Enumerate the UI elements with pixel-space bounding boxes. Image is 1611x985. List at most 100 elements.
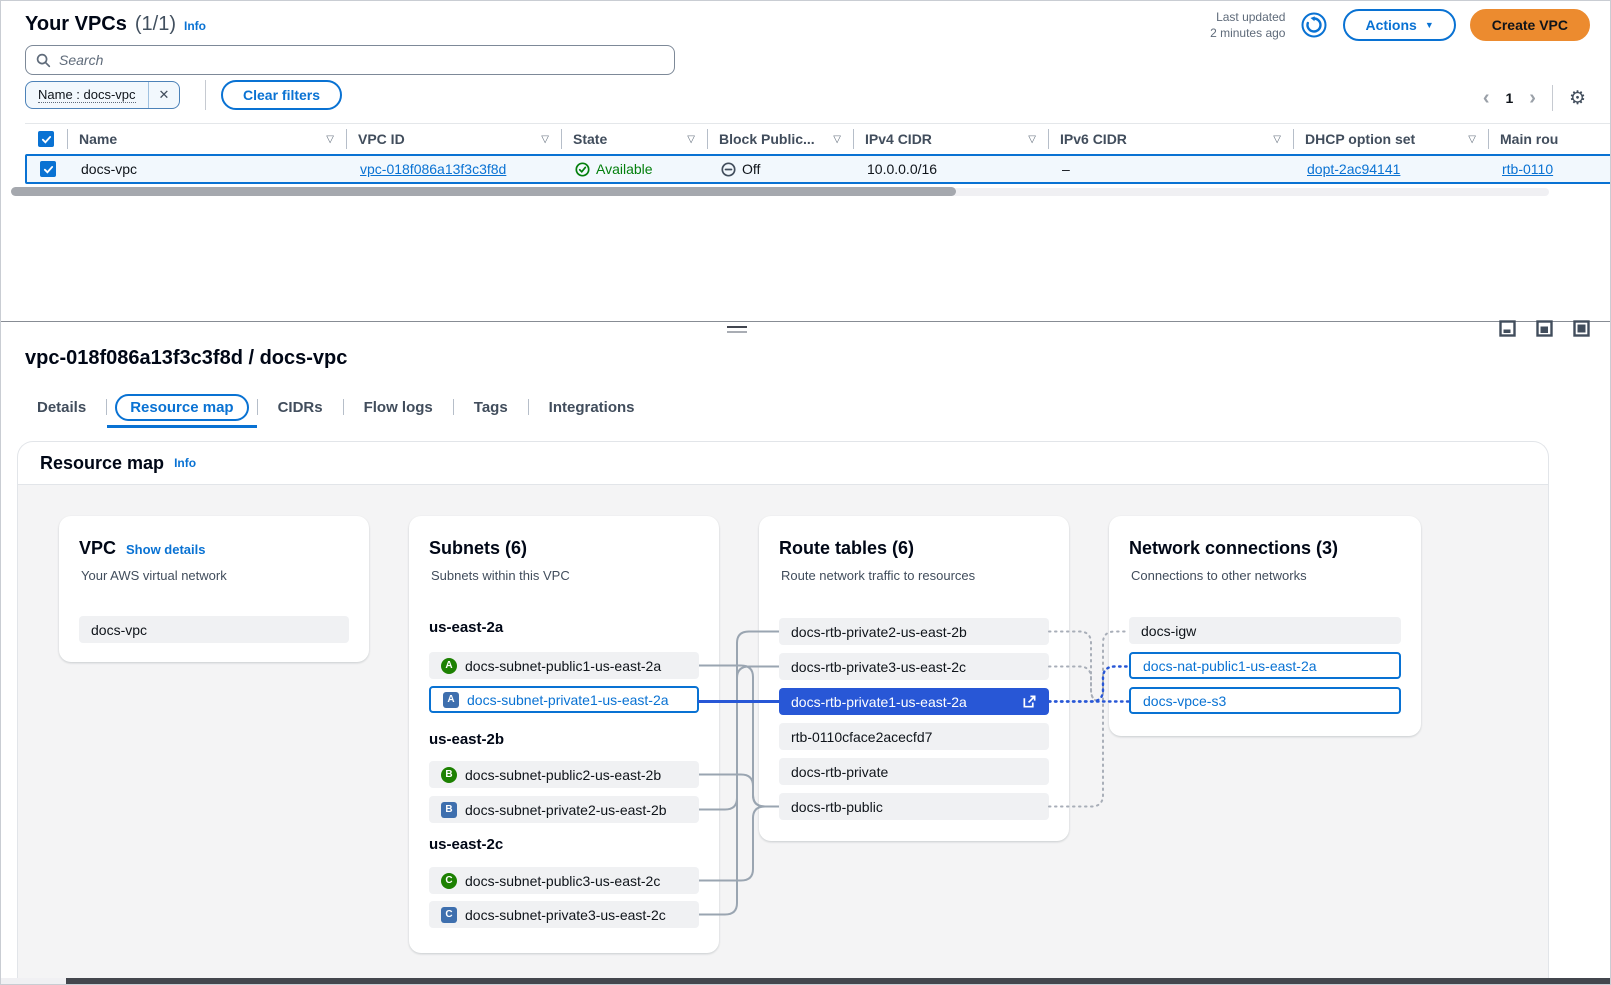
vpc-column-card: VPC Show details Your AWS virtual networ… [59,516,369,662]
subnet-node-private2[interactable]: B docs-subnet-private2-us-east-2b [429,796,699,823]
current-page: 1 [1505,90,1513,106]
filter-icon[interactable]: ▽ [825,134,841,145]
az-c-private-badge: C [441,907,457,923]
next-page-button[interactable]: › [1529,88,1536,108]
connection-node-vpce-s3[interactable]: docs-vpce-s3 [1129,687,1401,714]
clear-filters-button[interactable]: Clear filters [221,80,342,110]
page-header: Your VPCs (1/1) Info [25,13,206,36]
create-vpc-button[interactable]: Create VPC [1470,9,1590,41]
info-link[interactable]: Info [184,19,206,33]
filter-token[interactable]: Name : docs-vpc ✕ [25,81,180,109]
subnet-node-private3[interactable]: C docs-subnet-private3-us-east-2c [429,901,699,928]
column-header-main-route-table[interactable]: Main rou [1488,124,1610,154]
resource-map-title: Resource map [40,453,164,474]
vpc-node[interactable]: docs-vpc [79,616,349,643]
dhcp-option-set-link[interactable]: dopt-2ac94141 [1307,161,1400,177]
column-header-block-public[interactable]: Block Public... ▽ [707,124,853,154]
subnet-node-public3[interactable]: C docs-subnet-public3-us-east-2c [429,867,699,894]
subnet-node-private1-selected[interactable]: A docs-subnet-private1-us-east-2a [429,686,699,713]
subnets-column-title: Subnets (6) [429,538,527,559]
vpc-id-link[interactable]: vpc-018f086a13f3c3f8d [360,161,506,177]
preferences-gear-icon[interactable]: ⚙ [1569,89,1586,108]
row-checkbox[interactable] [40,161,56,177]
actions-button[interactable]: Actions ▼ [1343,9,1455,41]
subnet-node-public1[interactable]: A docs-subnet-public1-us-east-2a [429,652,699,679]
external-link-icon[interactable] [1022,694,1037,709]
table-hscrollbar-thumb[interactable] [11,187,956,196]
filter-icon[interactable]: ▽ [1265,134,1281,145]
subnets-column-card: Subnets (6) Subnets within this VPC us-e… [409,516,719,953]
filter-icon[interactable]: ▽ [679,134,695,145]
route-table-node-private3[interactable]: docs-rtb-private3-us-east-2c [779,653,1049,680]
filter-icon[interactable]: ▽ [533,134,549,145]
vpc-table: Name ▽ VPC ID ▽ State ▽ Block Public... … [25,123,1610,184]
column-header-vpc-id[interactable]: VPC ID ▽ [346,124,561,154]
search-placeholder: Search [59,52,103,68]
detail-tabs: Details Resource map CIDRs Flow logs Tag… [25,391,655,423]
refresh-icon [1301,12,1327,38]
pagination: ‹ 1 › ⚙ [1483,85,1586,111]
off-icon [721,162,736,177]
column-header-ipv6-cidr[interactable]: IPv6 CIDR ▽ [1048,124,1293,154]
tab-resource-map[interactable]: Resource map [115,394,248,421]
network-connections-column-card: Network connections (3) Connections to o… [1109,516,1421,736]
az-heading: us-east-2a [429,619,503,636]
split-panel-drag-handle[interactable] [727,326,747,333]
cell-block-public: Off [742,161,760,177]
network-connections-column-title: Network connections (3) [1129,538,1338,559]
toolbar-divider [205,80,206,110]
panel-layout-controls [1499,320,1590,337]
column-header-dhcp-option-set[interactable]: DHCP option set ▽ [1293,124,1488,154]
table-row[interactable]: docs-vpc vpc-018f086a13f3c3f8d Available… [25,154,1610,184]
tab-integrations[interactable]: Integrations [529,399,655,416]
search-input[interactable]: Search [25,45,675,75]
route-table-node-private2[interactable]: docs-rtb-private2-us-east-2b [779,618,1049,645]
select-all-checkbox[interactable] [38,131,54,147]
resource-map-header: Resource map Info [18,442,1548,484]
tab-flow-logs[interactable]: Flow logs [344,399,453,416]
route-table-node-main[interactable]: rtb-0110cface2acecfd7 [779,723,1049,750]
column-header-ipv4-cidr[interactable]: IPv4 CIDR ▽ [853,124,1048,154]
az-b-private-badge: B [441,802,457,818]
detail-panel-title: vpc-018f086a13f3c3f8d / docs-vpc [25,347,347,370]
filter-icon[interactable]: ▽ [1460,134,1476,145]
status-available-icon [575,162,590,177]
column-header-name[interactable]: Name ▽ [67,124,346,154]
panel-bottom-small-button[interactable] [1499,320,1516,337]
cell-ipv6-cidr: – [1050,161,1295,177]
filter-icon[interactable]: ▽ [318,134,334,145]
tab-cidrs[interactable]: CIDRs [258,399,343,416]
previous-page-button[interactable]: ‹ [1483,88,1490,108]
az-a-private-badge: A [443,692,459,708]
main-route-table-link[interactable]: rtb-0110 [1502,161,1553,177]
route-tables-column-subtitle: Route network traffic to resources [781,568,975,583]
filter-icon[interactable]: ▽ [1020,134,1036,145]
connection-node-igw[interactable]: docs-igw [1129,617,1401,644]
connection-node-nat[interactable]: docs-nat-public1-us-east-2a [1129,652,1401,679]
route-tables-column-title: Route tables (6) [779,538,914,559]
resource-map-info-link[interactable]: Info [174,456,196,470]
window-hscrollbar-thumb[interactable] [66,978,1610,984]
page-title: Your VPCs [25,13,127,36]
cell-name: docs-vpc [69,161,348,177]
close-icon: ✕ [159,87,170,103]
route-table-node-private1-selected[interactable]: docs-rtb-private1-us-east-2a [779,688,1049,715]
column-header-state[interactable]: State ▽ [561,124,707,154]
caret-down-icon: ▼ [1425,21,1434,30]
tab-details[interactable]: Details [25,399,106,416]
show-details-link[interactable]: Show details [126,542,205,557]
header-actions: Last updated 2 minutes ago Actions ▼ Cre… [1210,9,1590,41]
last-updated: Last updated 2 minutes ago [1210,9,1285,41]
tab-tags[interactable]: Tags [454,399,528,416]
panel-bottom-medium-button[interactable] [1536,320,1553,337]
subnet-node-public2[interactable]: B docs-subnet-public2-us-east-2b [429,761,699,788]
table-header-row: Name ▽ VPC ID ▽ State ▽ Block Public... … [25,123,1610,154]
panel-full-button[interactable] [1573,320,1590,337]
route-table-node-public[interactable]: docs-rtb-public [779,793,1049,820]
vpc-console-window: Your VPCs (1/1) Info Last updated 2 minu… [0,0,1611,985]
resource-count: (1/1) [135,13,176,36]
network-connections-column-subtitle: Connections to other networks [1131,568,1307,583]
refresh-button[interactable] [1299,10,1329,40]
route-table-node-private[interactable]: docs-rtb-private [779,758,1049,785]
remove-filter-button[interactable]: ✕ [148,82,180,108]
